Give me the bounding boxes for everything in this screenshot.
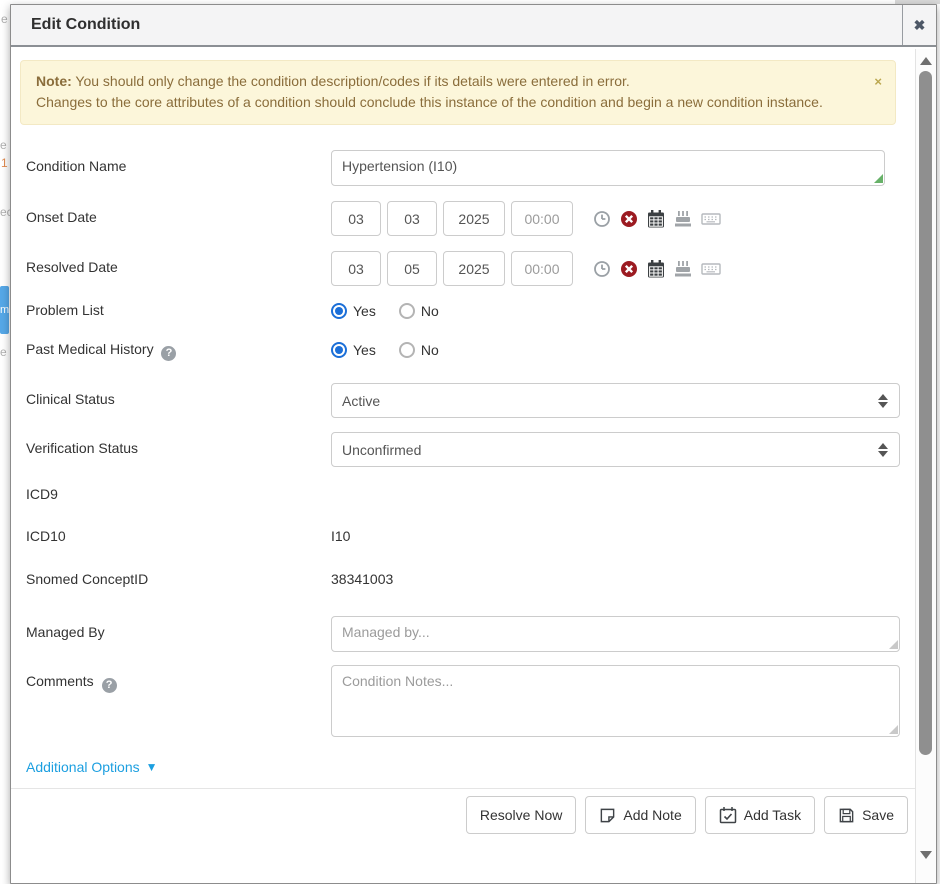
caret-down-icon: ▼ — [146, 760, 158, 774]
onset-date-label: Onset Date — [26, 201, 331, 225]
verification-status-label: Verification Status — [26, 432, 331, 456]
close-icon[interactable]: ✖ — [902, 5, 936, 45]
dialog-body: Note: You should only change the conditi… — [11, 49, 915, 883]
add-task-button[interactable]: Add Task — [705, 796, 815, 834]
onset-time-input[interactable] — [511, 201, 573, 236]
problem-list-yes-radio[interactable] — [331, 303, 347, 319]
snomed-value: 38341003 — [331, 571, 900, 587]
icd9-row: ICD9 — [11, 486, 915, 502]
icd10-row: ICD10 I10 — [11, 528, 915, 544]
onset-date-row: Onset Date — [11, 201, 915, 236]
resize-handle-icon — [874, 174, 883, 183]
resolved-month-input[interactable] — [331, 251, 381, 286]
remove-icon[interactable] — [620, 260, 638, 278]
comments-label: Comments ? — [26, 665, 331, 693]
keyboard-icon[interactable] — [701, 260, 721, 278]
condition-name-input[interactable]: Hypertension (I10) — [331, 150, 885, 186]
problem-list-no-radio[interactable] — [399, 303, 415, 319]
clock-icon[interactable] — [593, 260, 611, 278]
onset-year-input[interactable] — [443, 201, 505, 236]
scroll-up-icon[interactable] — [920, 57, 932, 65]
radio-label: Yes — [353, 342, 376, 358]
scrollbar-thumb[interactable] — [919, 71, 932, 755]
dialog-title: Edit Condition — [11, 16, 140, 34]
clinical-status-value: Active — [342, 393, 380, 409]
clock-icon[interactable] — [593, 210, 611, 228]
comments-input[interactable] — [331, 665, 900, 737]
background-blue-button-fragment: m — [0, 286, 9, 334]
problem-list-label: Problem List — [26, 302, 331, 318]
resolved-date-row: Resolved Date — [11, 251, 915, 286]
save-icon — [838, 807, 855, 824]
resize-handle-icon — [889, 725, 898, 734]
icd10-value: I10 — [331, 528, 900, 544]
calendar-icon[interactable] — [647, 210, 665, 228]
past-medical-history-row: Past Medical History ? Yes No — [11, 341, 915, 361]
resize-handle-icon — [889, 640, 898, 649]
birthday-icon[interactable] — [674, 210, 692, 228]
problem-list-row: Problem List Yes No — [11, 302, 915, 319]
condition-name-label: Condition Name — [26, 150, 331, 174]
comments-row: Comments ? — [11, 665, 915, 737]
clinical-status-row: Clinical Status Active — [11, 383, 915, 418]
resolved-year-input[interactable] — [443, 251, 505, 286]
remove-icon[interactable] — [620, 210, 638, 228]
verification-status-row: Verification Status Unconfirmed — [11, 432, 915, 467]
select-caret-icon — [878, 443, 888, 457]
warning-note-line2: Changes to the core attributes of a cond… — [36, 92, 861, 113]
keyboard-icon[interactable] — [701, 210, 721, 228]
help-icon[interactable]: ? — [102, 678, 117, 693]
radio-label: No — [421, 303, 439, 319]
pmh-yes-radio[interactable] — [331, 342, 347, 358]
onset-day-input[interactable] — [387, 201, 437, 236]
pmh-no-radio[interactable] — [399, 342, 415, 358]
task-icon — [719, 806, 737, 824]
verification-status-value: Unconfirmed — [342, 442, 421, 458]
clinical-status-label: Clinical Status — [26, 383, 331, 407]
snomed-row: Snomed ConceptID 38341003 — [11, 571, 915, 587]
icd10-label: ICD10 — [26, 528, 331, 544]
birthday-icon[interactable] — [674, 260, 692, 278]
managed-by-row: Managed By — [11, 616, 915, 652]
calendar-icon[interactable] — [647, 260, 665, 278]
clinical-status-select[interactable]: Active — [331, 383, 900, 418]
onset-month-input[interactable] — [331, 201, 381, 236]
radio-label: Yes — [353, 303, 376, 319]
dismiss-note-icon[interactable]: × — [874, 71, 882, 92]
managed-by-input[interactable] — [331, 616, 900, 652]
resolved-time-input[interactable] — [511, 251, 573, 286]
warning-note-prefix: Note: — [36, 73, 72, 89]
warning-note-line1: Note: You should only change the conditi… — [36, 71, 861, 92]
save-button[interactable]: Save — [824, 796, 908, 834]
scroll-down-icon[interactable] — [920, 851, 932, 859]
add-note-button[interactable]: Add Note — [585, 796, 695, 834]
resolve-now-button[interactable]: Resolve Now — [466, 796, 576, 834]
background-text-fragment: e — [0, 345, 7, 359]
additional-options-link[interactable]: Additional Options ▼ — [26, 759, 158, 775]
managed-by-label: Managed By — [26, 616, 331, 640]
verification-status-select[interactable]: Unconfirmed — [331, 432, 900, 467]
help-icon[interactable]: ? — [161, 346, 176, 361]
warning-note: Note: You should only change the conditi… — [20, 60, 896, 125]
select-caret-icon — [878, 394, 888, 408]
background-text-fragment: 1 — [1, 156, 8, 170]
note-icon — [599, 807, 616, 824]
snomed-label: Snomed ConceptID — [26, 571, 331, 587]
past-medical-history-label: Past Medical History ? — [26, 341, 331, 361]
condition-name-row: Condition Name Hypertension (I10) — [11, 150, 915, 186]
dialog-footer: Resolve Now Add Note Add Task Save — [11, 789, 915, 834]
dialog-header: Edit Condition ✖ — [11, 5, 936, 47]
background-text-fragment: e — [1, 12, 8, 26]
edit-condition-dialog: Edit Condition ✖ Note: You should only c… — [10, 4, 937, 884]
resolved-day-input[interactable] — [387, 251, 437, 286]
radio-label: No — [421, 342, 439, 358]
icd9-label: ICD9 — [26, 486, 331, 502]
scrollbar[interactable] — [915, 49, 936, 883]
resolved-date-label: Resolved Date — [26, 251, 331, 275]
background-text-fragment: e — [0, 138, 7, 152]
